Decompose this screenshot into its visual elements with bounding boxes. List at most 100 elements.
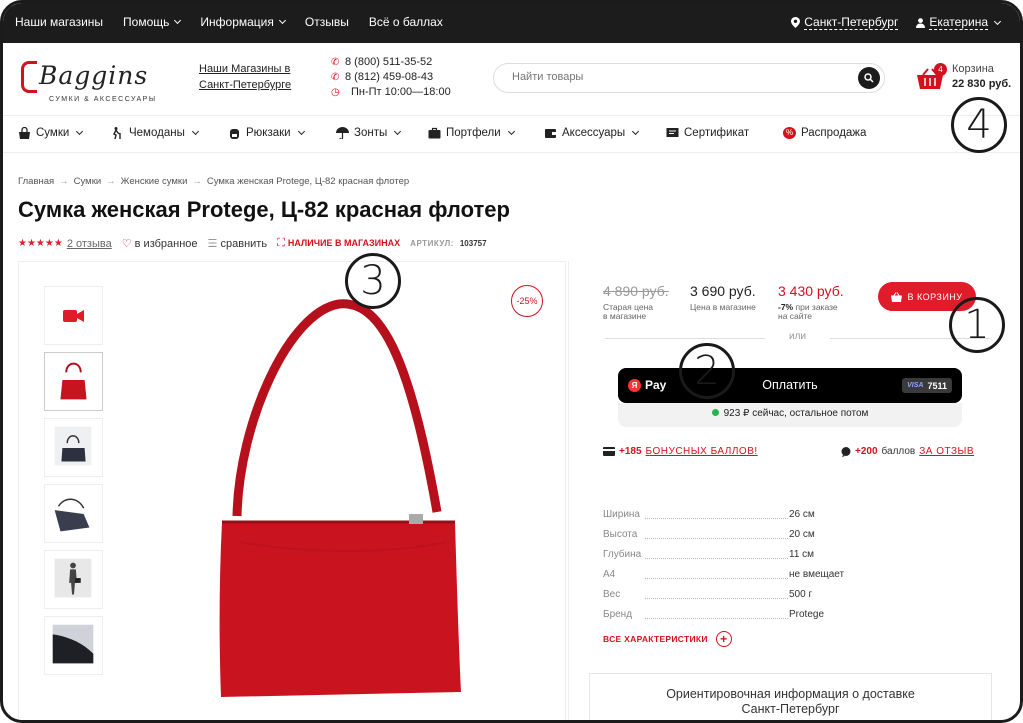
spec-row: Высота 20 см [603,529,815,540]
saved-card: VISA 7511 [902,378,952,393]
split-payment-info[interactable]: 923 ₽ сейчас, остальное потом [618,403,962,427]
chevron-down-icon [632,127,640,136]
browser-frame: Наши магазины Помощь Информация Отзывы В… [0,0,1023,723]
thumbnail-4[interactable] [44,550,103,609]
umbrella-icon [336,127,349,139]
chevron-down-icon [394,127,402,136]
top-nav-stores[interactable]: Наши магазины [15,15,103,29]
discount-badge: -25% [511,285,543,317]
top-nav-points[interactable]: Всё о баллах [369,15,443,29]
briefcase-icon [428,127,441,139]
bonus-points: +185 БОНУСНЫХ БАЛЛОВ! [603,446,758,457]
category-bags[interactable]: Сумки [18,127,84,139]
card-icon [603,447,615,456]
plus-icon: + [715,631,732,647]
spec-row: А4 не вмещает [603,569,845,580]
category-umbrellas[interactable]: Зонты [336,127,402,139]
arrow-right-icon: → [192,176,202,187]
certificate-icon [666,128,679,137]
category-certificate[interactable]: Сертификат [666,127,749,139]
heart-icon: ♡ [121,238,132,250]
category-sale[interactable]: % Распродажа [783,127,866,139]
or-divider: или [605,331,990,345]
favorite-link[interactable]: ♡ в избранное [122,237,198,250]
site-price: 3 430 руб. [778,283,844,299]
thumbnail-1[interactable] [44,352,103,411]
phone-1[interactable]: ✆ 8 (800) 511-35-52 [331,55,451,70]
phone-icon: ✆ [331,72,340,83]
wallet-icon [545,129,556,138]
category-backpacks[interactable]: Рюкзаки [228,127,305,139]
cart-count-badge: 4 [934,63,947,76]
video-camera-icon [63,310,84,322]
split-icon [711,409,719,416]
cart[interactable]: 4 Корзина 22 830 руб. [916,61,1016,95]
search-button[interactable] [858,67,880,89]
stock-in-stores-link[interactable]: ⛶ НАЛИЧИЕ В МАГАЗИНАХ [277,237,400,250]
chevron-down-icon [191,127,199,136]
city-selector[interactable]: Санкт-Петербург [791,15,899,30]
search-input[interactable] [512,71,842,83]
category-briefcases[interactable]: Портфели [428,127,515,139]
spec-row: Бренд Protege [603,609,825,620]
top-nav-reviews[interactable]: Отзывы [305,15,349,29]
breadcrumb-home[interactable]: Главная [18,176,54,187]
annotation-4: 4 [951,97,1007,153]
product-meta: ★★★★★ 2 отзыва ♡ в избранное ☰ сравнить … [18,237,487,250]
top-nav-info[interactable]: Информация [200,15,286,29]
thumbnail-5[interactable] [44,616,103,675]
stores-link[interactable]: Наши Магазины в Санкт-Петербурге [199,61,291,93]
yandex-pay-button[interactable]: Я Pay Оплатить VISA 7511 [618,368,962,403]
compare-link[interactable]: ☰ сравнить [208,237,268,250]
all-specs-link[interactable]: ВСЕ ХАРАКТЕРИСТИКИ + [603,631,732,647]
top-bar: Наши магазины Помощь Информация Отзывы В… [3,3,1020,43]
spec-row: Глубина 11 см [603,549,815,560]
work-hours: ◷ Пн-Пт 10:00—18:00 [331,86,451,98]
breadcrumb-bags[interactable]: Сумки [74,176,102,187]
product-gallery: -25% [18,261,566,720]
search-icon [864,73,874,83]
compare-icon: ☰ [207,238,218,250]
spec-row: Вес 500 г [603,589,813,600]
chevron-down-icon [507,127,515,136]
rating-stars-icon: ★★★★★ [18,238,63,249]
arrow-right-icon: → [59,176,69,187]
traveler-icon [113,127,121,139]
logo-mark [21,61,37,93]
chevron-down-icon [278,16,286,25]
chevron-down-icon [174,16,182,25]
annotation-3: 3 [345,253,401,309]
review-points-link[interactable]: ЗА ОТЗЫВ [919,446,974,457]
phone-icon: ✆ [331,57,340,68]
sale-icon: % [783,127,796,139]
annotation-2: 2 [679,343,735,399]
category-suitcases[interactable]: Чемоданы [111,127,199,139]
chevron-down-icon [993,17,1002,25]
bonus-points-link[interactable]: БОНУСНЫХ БАЛЛОВ! [646,446,758,457]
top-right: Санкт-Петербург Екатерина [791,15,1002,30]
user-menu[interactable]: Екатерина [916,15,1002,30]
category-nav: Сумки Чемоданы Рюкзаки Зонты Портфели Ак… [3,115,1020,153]
old-price-caption: Старая цена в магазине [603,302,654,321]
thumbnail-video[interactable] [44,286,103,345]
location-pin-icon [791,17,801,28]
top-nav-help[interactable]: Помощь [123,15,182,29]
category-accessories[interactable]: Аксессуары [544,127,640,139]
top-nav: Наши магазины Помощь Информация Отзывы В… [15,15,443,29]
site-logo[interactable]: Baggins СУМКИ & АКСЕССУАРЫ [17,53,167,103]
breadcrumb-current: Сумка женская Protege, Ц-82 красная флот… [206,176,410,187]
breadcrumb: Главная → Сумки → Женские сумки → Сумка жен… [18,176,409,187]
thumbnail-3[interactable] [44,484,103,543]
bag-icon [19,127,30,139]
phone-2[interactable]: ✆ 8 (812) 459-08-43 [331,70,451,85]
review-points: +200 баллов ЗА ОТЗЫВ [841,446,974,457]
product-main-image[interactable] [189,292,489,712]
chevron-down-icon [297,127,305,136]
site-price-caption: -7% при заказе на сайте [778,302,838,321]
spec-row: Ширина 26 см [603,509,815,520]
clock-icon: ◷ [331,87,340,98]
breadcrumb-womens-bags[interactable]: Женские сумки [121,176,188,187]
thumbnail-2[interactable] [44,418,103,477]
product-thumbnail-image [54,558,92,598]
reviews-link[interactable]: 2 отзыва [67,238,112,250]
